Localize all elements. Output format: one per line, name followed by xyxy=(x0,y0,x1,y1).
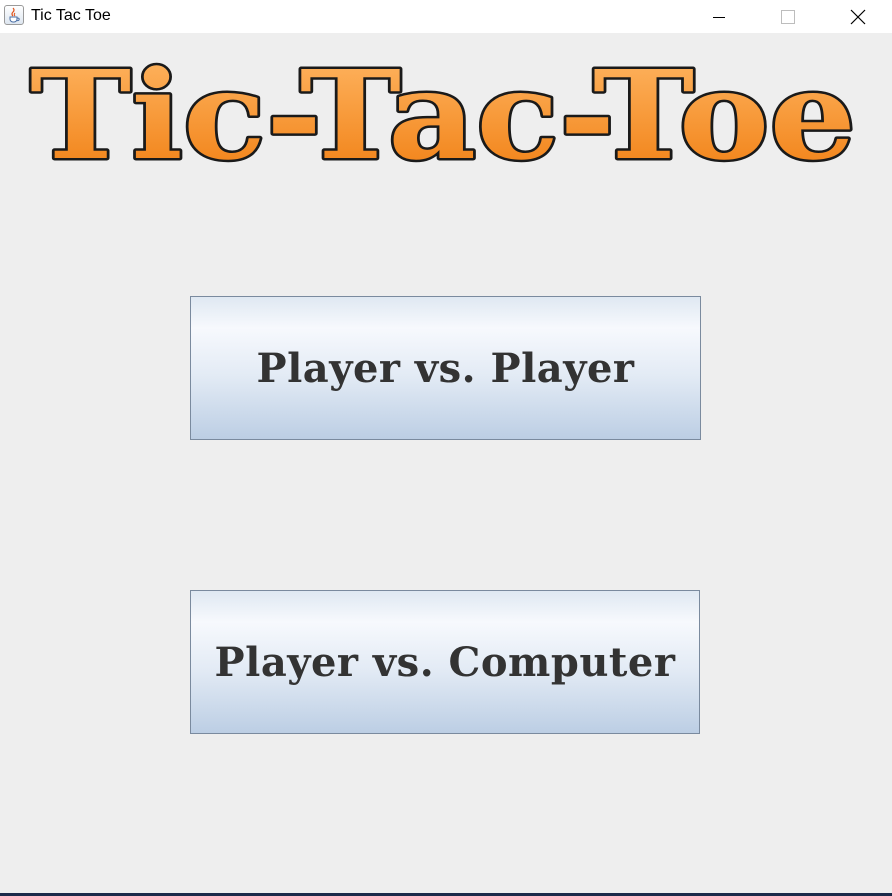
maximize-button[interactable] xyxy=(765,0,811,33)
java-cup-icon xyxy=(4,5,24,25)
game-logo: Tic-Tac-Toe xyxy=(28,41,862,190)
logo-text: Tic-Tac-Toe xyxy=(30,43,856,187)
maximize-icon xyxy=(781,9,795,24)
window-title: Tic Tac Toe xyxy=(31,7,111,24)
minimize-icon xyxy=(713,16,725,18)
player-vs-computer-button[interactable]: Player vs. Computer xyxy=(190,590,700,734)
player-vs-player-label: Player vs. Player xyxy=(256,344,635,392)
window-titlebar[interactable]: Tic Tac Toe xyxy=(0,0,892,33)
player-vs-player-button[interactable]: Player vs. Player xyxy=(190,296,701,440)
close-button[interactable] xyxy=(835,0,881,33)
main-panel: Tic-Tac-Toe Player vs. Player Player vs.… xyxy=(0,33,892,893)
minimize-button[interactable] xyxy=(696,0,742,33)
close-icon xyxy=(850,9,866,24)
player-vs-computer-label: Player vs. Computer xyxy=(214,638,676,686)
